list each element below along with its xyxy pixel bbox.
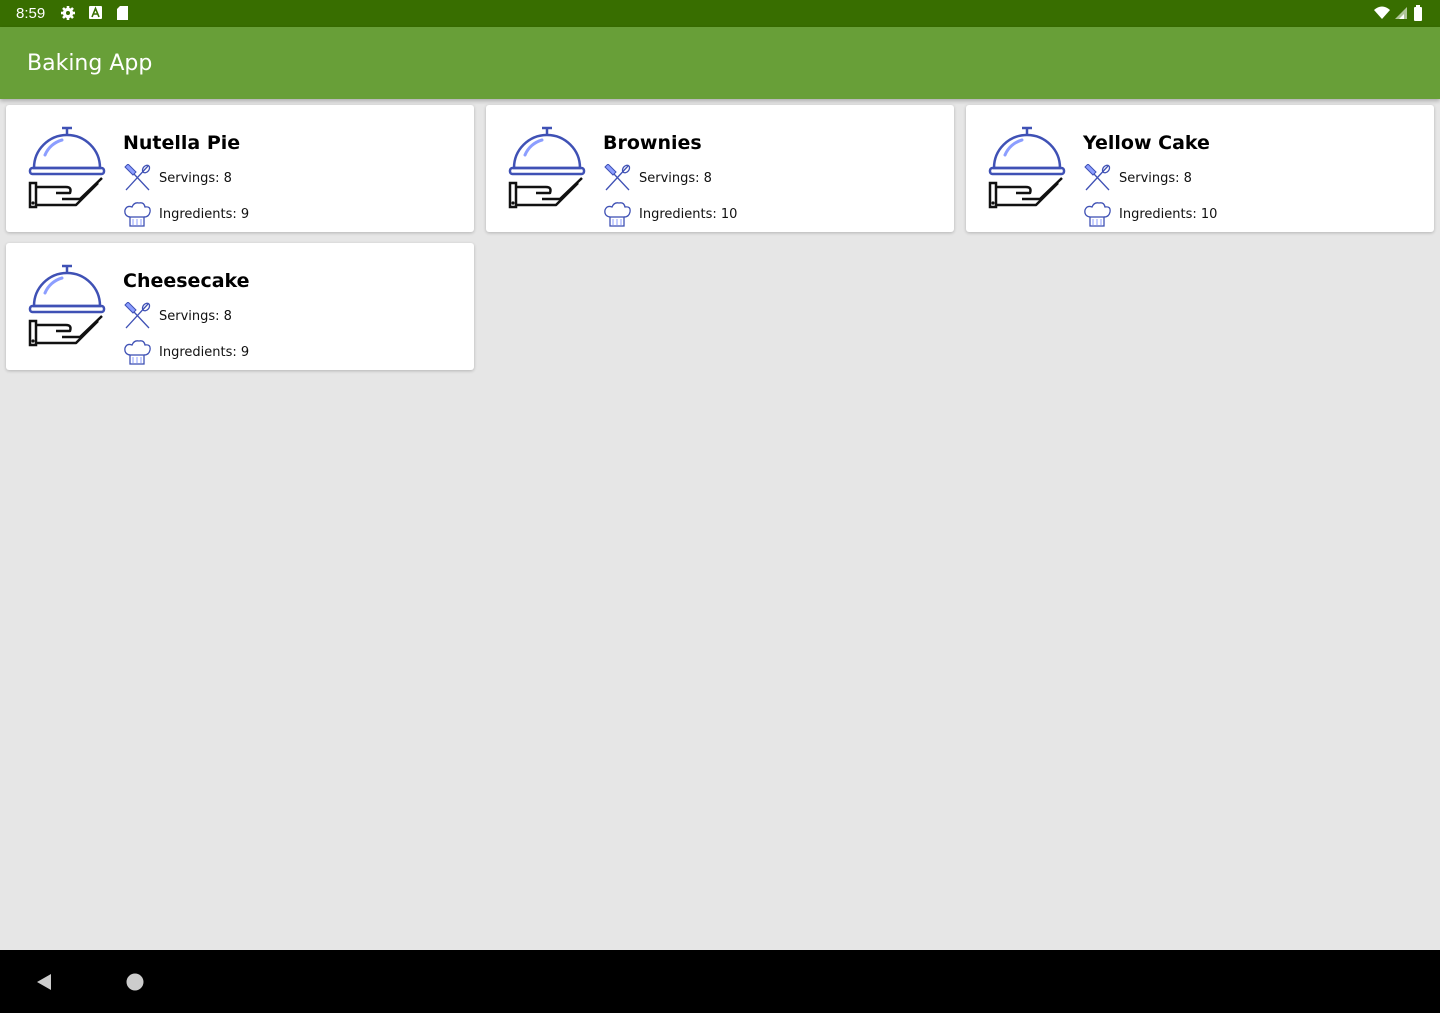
serving-cloche-icon	[22, 263, 106, 351]
ingredients-label: Ingredients: 9	[159, 207, 250, 222]
fork-spoon-icon	[602, 164, 632, 192]
gear-icon	[61, 6, 75, 20]
recipe-card-yellow-cake[interactable]: Yellow Cake Servings: 8 Ingredients: 10	[966, 105, 1434, 232]
wifi-icon	[1374, 6, 1390, 19]
recipe-card-cheesecake[interactable]: Cheesecake Servings: 8 Ingredients: 9	[6, 243, 474, 370]
sd-card-icon	[117, 6, 128, 20]
chef-hat-icon	[602, 200, 632, 228]
recipe-card-brownies[interactable]: Brownies Servings: 8 Ingredients: 10	[486, 105, 954, 232]
serving-cloche-icon	[982, 125, 1066, 213]
recipe-name: Cheesecake	[123, 270, 250, 292]
recipe-name: Nutella Pie	[123, 132, 241, 154]
serving-cloche-icon	[22, 125, 106, 213]
fork-spoon-icon	[122, 302, 152, 330]
fork-spoon-icon	[122, 164, 152, 192]
ingredients-label: Ingredients: 10	[639, 207, 738, 222]
a-letter-icon	[89, 6, 102, 19]
chef-hat-icon	[122, 200, 152, 228]
recipe-card-nutella-pie[interactable]: Nutella Pie Servings: 8 Ingredients: 9	[6, 105, 474, 232]
signal-icon	[1395, 7, 1407, 19]
home-icon[interactable]	[125, 972, 145, 992]
ingredients-label: Ingredients: 10	[1119, 207, 1218, 222]
navigation-bar	[0, 950, 1440, 1013]
recipe-name: Yellow Cake	[1083, 132, 1210, 154]
chef-hat-icon	[1082, 200, 1112, 228]
servings-label: Servings: 8	[159, 309, 232, 324]
serving-cloche-icon	[502, 125, 586, 213]
status-time: 8:59	[16, 5, 46, 22]
servings-label: Servings: 8	[639, 171, 712, 186]
recipe-name: Brownies	[603, 132, 702, 154]
servings-label: Servings: 8	[159, 171, 232, 186]
battery-icon	[1414, 5, 1422, 21]
ingredients-label: Ingredients: 9	[159, 345, 250, 360]
fork-spoon-icon	[1082, 164, 1112, 192]
servings-label: Servings: 8	[1119, 171, 1192, 186]
app-bar: Baking App	[0, 27, 1440, 99]
back-icon[interactable]	[34, 972, 54, 992]
chef-hat-icon	[122, 338, 152, 366]
app-title: Baking App	[27, 51, 153, 76]
status-bar: 8:59	[0, 0, 1440, 27]
